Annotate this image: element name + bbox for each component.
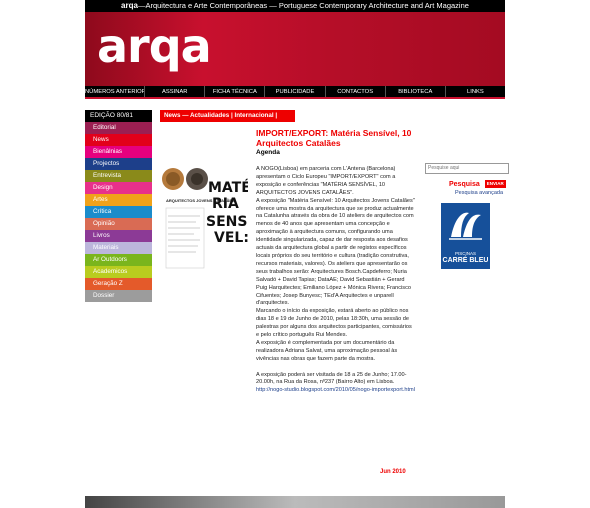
poster-word-4: VEL:: [214, 230, 248, 246]
sidebar-item-opini-o[interactable]: Opinião: [85, 218, 152, 230]
header-banner: arqa: [85, 12, 505, 86]
sidebar-item-academicos[interactable]: Academicos: [85, 266, 152, 278]
sponsor-banner[interactable]: PISCINAS CARRÉ BLEU: [441, 203, 490, 269]
edition-label: EDIÇÃO 80/81: [85, 110, 152, 122]
poster-word-1: MATÉ-: [208, 179, 248, 196]
search-submit-button[interactable]: ENVIAR: [484, 180, 506, 188]
footer-bar: [85, 496, 505, 508]
sidebar-item-editorial[interactable]: Editorial: [85, 122, 152, 134]
sidebar-item-bien-lnias[interactable]: Bienâlnias: [85, 146, 152, 158]
nav-divider: [85, 97, 505, 99]
sidebar-item-livros[interactable]: Livros: [85, 230, 152, 242]
sidebar-item-ar-outdoors[interactable]: Ar Outdoors: [85, 254, 152, 266]
brand-name: arqa: [121, 1, 138, 10]
sidebar-item-materiais[interactable]: Materiais: [85, 242, 152, 254]
section-breadcrumb[interactable]: News — Actualidades | Internacional |: [160, 110, 295, 122]
article-category: Agenda: [256, 149, 280, 156]
wave-logo-icon: [449, 212, 482, 240]
sidebar-item-projectos[interactable]: Projectos: [85, 158, 152, 170]
sponsor-line-1: PISCINAS: [454, 251, 476, 256]
search-label: Pesquisa: [449, 180, 480, 188]
search-input[interactable]: [425, 163, 509, 174]
poster-texture-circle-2-inner: [191, 173, 203, 185]
poster-texture-circle-1-inner: [166, 172, 180, 186]
sidebar-item-gera-o-z[interactable]: Geração Z: [85, 278, 152, 290]
article-paragraph: A exposição "Matéria Sensível: 10 Arquit…: [256, 197, 415, 307]
article: IMPORT/EXPORT: Matéria Sensível, 10 Arqu…: [256, 128, 416, 395]
sidebar-item-cr-tica[interactable]: Crítica: [85, 206, 152, 218]
sidebar-item-dossier[interactable]: Dossier: [85, 290, 152, 302]
article-paragraph: A exposição poderá ser visitada de 18 a …: [256, 371, 407, 386]
article-body: A NOGO(Lisboa) em parceria com L'Antena …: [256, 166, 416, 387]
exhibition-poster-image[interactable]: ARQUITECTOS JOVENS CATALÃES MATÉ- RIA SE…: [160, 164, 248, 278]
top-tagline-bar: arqa—Arquitectura e Arte Contemporâneas …: [85, 0, 505, 12]
sidebar: EDIÇÃO 80/81 Editorial News Bienâlnias Proj…: [85, 110, 152, 302]
article-paragraph: Marcando o início da exposição, estará a…: [256, 308, 412, 339]
sidebar-item-news[interactable]: News: [85, 134, 152, 146]
sidebar-item-entrevista[interactable]: Entrevista: [85, 170, 152, 182]
poster-word-2: RIA: [212, 196, 239, 212]
site-logo[interactable]: arqa: [97, 18, 212, 74]
article-date: Jun 2010: [380, 469, 406, 475]
advanced-search-link[interactable]: Pesquisa avançada: [455, 190, 505, 196]
sidebar-item-artes[interactable]: Artes: [85, 194, 152, 206]
article-title[interactable]: IMPORT/EXPORT: Matéria Sensível, 10 Arqu…: [256, 128, 416, 148]
tagline: —Arquitectura e Arte Contemporâneas — Po…: [137, 1, 469, 10]
search-box: Pesquisa ENVIAR Pesquisa avançada: [425, 156, 509, 196]
article-paragraph: A exposição é complementada por um docum…: [256, 339, 398, 362]
article-paragraph: A NOGO(Lisboa) em parceria com L'Antena …: [256, 166, 396, 196]
article-external-link[interactable]: http://nogo-studio.blogspot.com/2010/05/…: [256, 387, 416, 395]
sponsor-line-2: CARRÉ BLEU: [442, 257, 489, 264]
poster-word-3: SENSÍ-: [206, 213, 248, 230]
sidebar-item-design[interactable]: Design: [85, 182, 152, 194]
